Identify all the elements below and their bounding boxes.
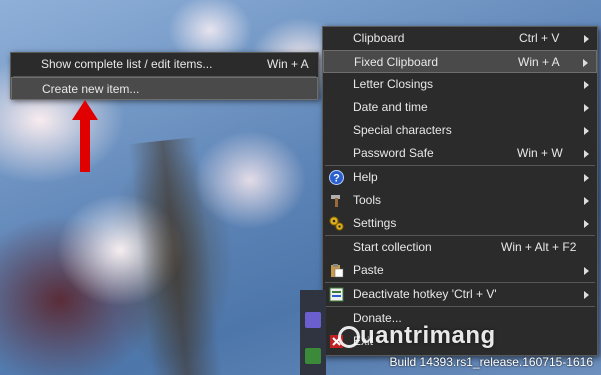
menu-item-fixed-clipboard[interactable]: Fixed Clipboard Win + A <box>323 50 597 73</box>
menu-item-letter-closings[interactable]: Letter Closings <box>323 73 597 96</box>
menu-item-label: Settings <box>353 216 397 230</box>
menu-item-label: Start collection <box>353 240 432 254</box>
brand-logo-icon <box>338 326 360 348</box>
menu-item-password-safe[interactable]: Password Safe Win + W <box>323 142 597 165</box>
menu-item-label: Date and time <box>353 100 428 114</box>
chevron-right-icon <box>584 35 589 43</box>
context-menu: Clipboard Ctrl + V Fixed Clipboard Win +… <box>322 26 598 356</box>
menu-item-clipboard[interactable]: Clipboard Ctrl + V <box>323 27 597 50</box>
gears-icon <box>329 216 344 231</box>
menu-item-shortcut: Win + W <box>517 146 563 160</box>
menu-item-label: Create new item... <box>42 82 140 96</box>
menu-item-shortcut: Win + Alt + F2 <box>501 240 577 254</box>
menu-item-start-collection[interactable]: Start collection Win + Alt + F2 <box>323 236 597 259</box>
menu-item-label: Tools <box>353 193 382 207</box>
red-arrow-annotation <box>72 100 98 172</box>
menu-item-shortcut: Win + A <box>518 55 560 69</box>
chevron-right-icon <box>584 127 589 135</box>
menu-item-label: Letter Closings <box>353 77 434 91</box>
chevron-right-icon <box>584 267 589 275</box>
menu-item-label: Deactivate hotkey 'Ctrl + V' <box>353 287 497 301</box>
menu-item-date-and-time[interactable]: Date and time <box>323 96 597 119</box>
menu-item-label: Show complete list / edit items... <box>41 57 213 71</box>
menu-item-create-new-item[interactable]: Create new item... <box>11 77 318 100</box>
menu-item-help[interactable]: ? Help <box>323 166 597 189</box>
tray-clipboard-icon[interactable] <box>305 348 321 364</box>
chevron-right-icon <box>584 150 589 158</box>
fixed-clipboard-submenu: Show complete list / edit items... Win +… <box>10 52 319 100</box>
tray-app-icon[interactable] <box>305 312 321 328</box>
menu-item-special-characters[interactable]: Special characters <box>323 119 597 142</box>
chevron-right-icon <box>584 220 589 228</box>
help-icon: ? <box>329 170 344 185</box>
taskbar <box>300 290 326 375</box>
menu-item-label: Fixed Clipboard <box>354 55 439 69</box>
build-info: Build 14393.rs1_release.160715-1616 <box>389 355 594 369</box>
hammer-icon <box>331 195 340 207</box>
menu-item-label: Password Safe <box>353 146 434 160</box>
svg-text:?: ? <box>333 173 340 185</box>
menu-item-label: Special characters <box>353 123 452 137</box>
menu-item-shortcut: Ctrl + V <box>519 31 560 45</box>
menu-item-deactivate-hotkey[interactable]: Deactivate hotkey 'Ctrl + V' <box>323 283 597 306</box>
menu-item-show-complete-list[interactable]: Show complete list / edit items... Win +… <box>11 53 318 76</box>
menu-item-tools[interactable]: Tools <box>323 189 597 212</box>
menu-item-paste[interactable]: Paste <box>323 259 597 282</box>
menu-item-label: Clipboard <box>353 31 405 45</box>
chevron-right-icon <box>584 174 589 182</box>
chevron-right-icon <box>584 291 589 299</box>
chevron-right-icon <box>584 81 589 89</box>
chevron-right-icon <box>584 104 589 112</box>
menu-item-label: Paste <box>353 263 384 277</box>
menu-item-settings[interactable]: Settings <box>323 212 597 235</box>
deactivate-icon <box>329 287 344 302</box>
chevron-right-icon <box>584 197 589 205</box>
paste-icon <box>331 264 344 278</box>
menu-item-shortcut: Win + A <box>267 57 309 71</box>
menu-item-label: Help <box>353 170 378 184</box>
brand-watermark: uantrimang <box>360 322 496 349</box>
chevron-right-icon <box>583 59 588 67</box>
